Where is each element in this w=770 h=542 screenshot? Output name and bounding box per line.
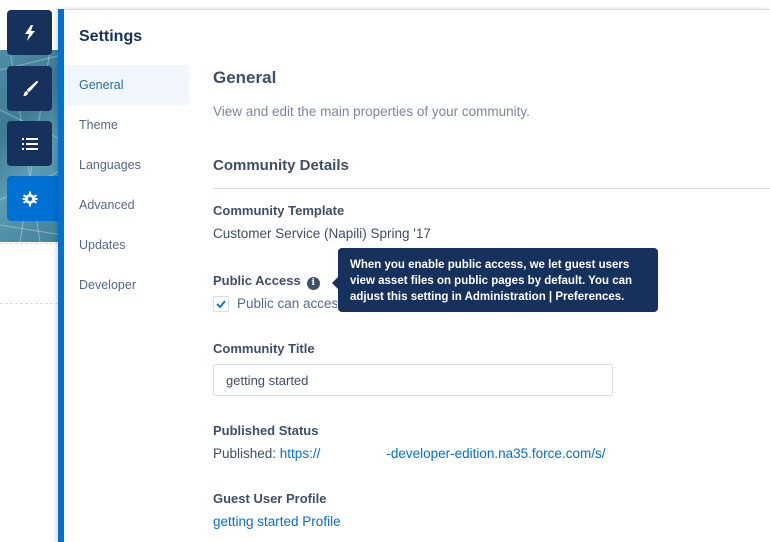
template-label: Community Template bbox=[213, 203, 345, 218]
canvas-region-divider bbox=[0, 243, 58, 244]
theme-button[interactable] bbox=[7, 66, 52, 111]
template-value: Customer Service (Napili) Spring '17 bbox=[213, 226, 431, 241]
public-access-checkbox[interactable] bbox=[213, 296, 229, 312]
nav-item-advanced[interactable]: Advanced bbox=[64, 185, 189, 225]
nav-item-languages[interactable]: Languages bbox=[64, 145, 189, 185]
published-status-label: Published Status bbox=[213, 423, 319, 438]
list-icon bbox=[21, 137, 38, 151]
settings-nav: General Theme Languages Advanced Updates… bbox=[64, 65, 189, 305]
tooltip-arrow bbox=[332, 277, 338, 289]
published-url-start[interactable]: https:// bbox=[280, 446, 321, 461]
community-title-input[interactable] bbox=[213, 364, 613, 396]
nav-item-theme[interactable]: Theme bbox=[64, 105, 189, 145]
nav-item-general[interactable]: General bbox=[64, 65, 189, 105]
published-prefix: Published: bbox=[213, 446, 280, 461]
gear-icon bbox=[22, 191, 38, 207]
lightning-icon bbox=[23, 24, 37, 41]
settings-button[interactable] bbox=[7, 176, 62, 221]
brush-icon bbox=[22, 80, 38, 97]
settings-title: Settings bbox=[79, 28, 143, 45]
page-structure-button[interactable] bbox=[7, 121, 52, 166]
nav-item-developer[interactable]: Developer bbox=[64, 265, 189, 305]
checkmark-icon bbox=[216, 300, 226, 308]
nav-item-updates[interactable]: Updates bbox=[64, 225, 189, 265]
published-url-end[interactable]: -developer-edition.na35.force.com/s/ bbox=[386, 446, 605, 461]
section-divider bbox=[213, 188, 770, 189]
canvas-body bbox=[0, 242, 62, 542]
canvas-top bbox=[0, 0, 62, 9]
tooltip-text: When you enable public access, we let gu… bbox=[350, 259, 633, 303]
components-button[interactable] bbox=[7, 10, 52, 55]
public-access-tooltip: When you enable public access, we let gu… bbox=[332, 248, 658, 312]
published-status-value: Published: https:// -developer-edition.na… bbox=[213, 446, 605, 461]
guest-profile-link[interactable]: getting started Profile bbox=[213, 514, 341, 529]
public-access-checkbox-label[interactable]: Public can access the community bbox=[237, 296, 337, 311]
public-access-label: Public Access i bbox=[213, 273, 320, 290]
section-heading: Community Details bbox=[213, 157, 349, 174]
public-access-label-text: Public Access bbox=[213, 273, 301, 288]
community-title-label: Community Title bbox=[213, 341, 315, 356]
page-title: General bbox=[213, 68, 277, 87]
canvas-region-divider bbox=[0, 303, 58, 304]
info-icon[interactable]: i bbox=[306, 277, 320, 290]
page-description: View and edit the main properties of you… bbox=[213, 104, 530, 119]
guest-profile-label: Guest User Profile bbox=[213, 491, 327, 506]
